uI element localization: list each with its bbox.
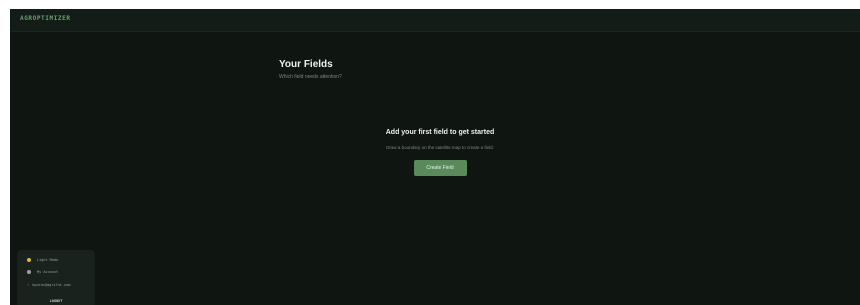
account-link[interactable]: My Account <box>27 270 58 274</box>
page-header: Your Fields Which field needs attention? <box>279 59 342 80</box>
top-bar: AGROPTIMIZER <box>10 9 860 32</box>
theme-toggle[interactable]: Light Mode <box>27 258 58 262</box>
page-title: Your Fields <box>279 59 333 70</box>
empty-state-title: Add your first field to get started <box>385 129 495 136</box>
chevron-right-icon: › <box>27 282 30 287</box>
app-window: AGROPTIMIZER Your Fields Which field nee… <box>10 9 860 305</box>
user-panel: Light Mode My Account › bpuros@agrifut.c… <box>17 250 95 305</box>
user-email-row: › bpuros@agrifut.com <box>27 282 70 287</box>
sun-icon <box>27 258 31 262</box>
user-icon <box>27 270 31 274</box>
user-email: bpuros@agrifut.com <box>32 282 71 287</box>
logout-button[interactable]: LOGOUT <box>17 299 95 303</box>
create-field-button[interactable]: Create Field <box>413 160 467 176</box>
app-logo[interactable]: AGROPTIMIZER <box>20 15 71 22</box>
account-label: My Account <box>37 270 59 274</box>
empty-state: Add your first field to get started Draw… <box>340 129 540 176</box>
empty-state-description: Draw a boundary on the satellite map to … <box>386 145 494 150</box>
theme-toggle-label: Light Mode <box>37 258 59 262</box>
page-subtitle: Which field needs attention? <box>279 74 342 80</box>
